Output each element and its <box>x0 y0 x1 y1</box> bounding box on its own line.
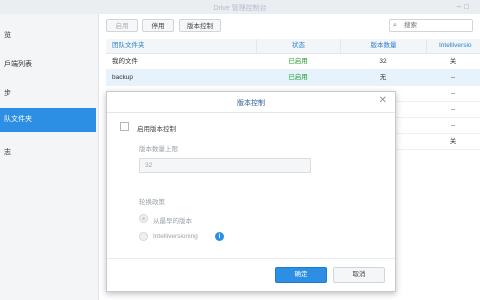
cancel-button[interactable]: 取消 <box>333 267 385 283</box>
search-icon: ⌕ <box>393 22 397 29</box>
max-versions-input[interactable]: 32 <box>139 158 311 173</box>
table-row[interactable]: backup 已启用 无 -- <box>106 70 480 86</box>
table-header: 团队文件夹 状态 版本数量 Intelliversio <box>106 39 480 54</box>
oldest-version-radio[interactable] <box>139 214 148 223</box>
oldest-version-label: 从最早的版本 <box>153 218 192 225</box>
sidebar-item-sync[interactable]: 步 <box>0 86 100 102</box>
version-control-dialog: 版本控制 ✕ 启用版本控制 版本数量上限 32 轮换政策 从最早的版本 Inte… <box>106 91 396 292</box>
ok-button[interactable]: 确定 <box>275 267 327 283</box>
folder-name-cell: backup <box>112 74 133 81</box>
intelliversioning-radio[interactable] <box>139 232 148 241</box>
disable-button[interactable]: 停用 <box>142 19 174 32</box>
dialog-title: 版本控制 <box>237 100 265 107</box>
sidebar-item-label: 队文件夹 <box>4 116 32 123</box>
dialog-footer: 确定 取消 <box>107 258 395 292</box>
sidebar-item-overview[interactable]: 览 <box>0 28 100 44</box>
search-box[interactable]: ⌕ <box>389 19 473 32</box>
sidebar-item-label: 步 <box>4 90 11 97</box>
intelliversioning-label: Intelliversioning <box>153 233 198 240</box>
window-controls: –□ <box>457 2 472 11</box>
status-cell: 已启用 <box>288 74 308 81</box>
column-header-versions[interactable]: 版本数量 <box>340 39 426 53</box>
table-row[interactable]: 我的文件 已启用 32 关 <box>106 54 480 70</box>
sidebar-item-team-folders[interactable]: 队文件夹 <box>0 108 96 132</box>
column-header-folder[interactable]: 团队文件夹 <box>106 39 256 53</box>
sidebar-item-label: 戶端列表 <box>4 61 32 68</box>
version-control-button[interactable]: 版本控制 <box>179 19 221 32</box>
maximize-icon[interactable]: □ <box>464 2 472 11</box>
toolbar: 启用 停用 版本控制 ⌕ <box>99 14 480 38</box>
versions-cell: 32 <box>379 58 387 65</box>
enable-version-control-checkbox[interactable] <box>120 122 129 131</box>
intelliversioning-cell: 关 <box>449 58 457 65</box>
max-versions-label: 版本数量上限 <box>139 146 178 153</box>
intelliversioning-cell: 关 <box>449 138 457 145</box>
sidebar-item-label: 志 <box>4 149 11 156</box>
sidebar: 览 戶端列表 步 队文件夹 志 <box>0 14 99 300</box>
rotation-policy-label: 轮换政策 <box>139 199 165 206</box>
close-icon[interactable]: ✕ <box>379 96 387 106</box>
intelliversioning-cell: -- <box>450 74 456 81</box>
dialog-header: 版本控制 ✕ <box>107 92 395 113</box>
enable-version-control-label: 启用版本控制 <box>137 126 176 133</box>
sidebar-item-logs[interactable]: 志 <box>0 145 100 161</box>
sidebar-item-label: 览 <box>4 32 11 39</box>
enable-button[interactable]: 启用 <box>106 19 138 32</box>
radio-dot <box>142 217 145 220</box>
intelliversioning-cell: -- <box>450 106 456 113</box>
status-cell: 已启用 <box>288 58 308 65</box>
intelliversioning-cell: -- <box>450 90 456 97</box>
folder-name-cell: 我的文件 <box>112 58 138 65</box>
intelliversioning-cell: -- <box>450 122 456 129</box>
versions-cell: 无 <box>379 74 387 81</box>
column-header-status[interactable]: 状态 <box>256 39 340 53</box>
title-bar: Drive 管理控制台 –□ <box>0 0 480 14</box>
sidebar-item-clients[interactable]: 戶端列表 <box>0 57 100 73</box>
column-header-intelliversioning[interactable]: Intelliversio <box>426 39 480 53</box>
search-input[interactable] <box>404 21 470 30</box>
info-icon[interactable]: i <box>215 232 224 241</box>
window-title: Drive 管理控制台 <box>213 5 267 12</box>
